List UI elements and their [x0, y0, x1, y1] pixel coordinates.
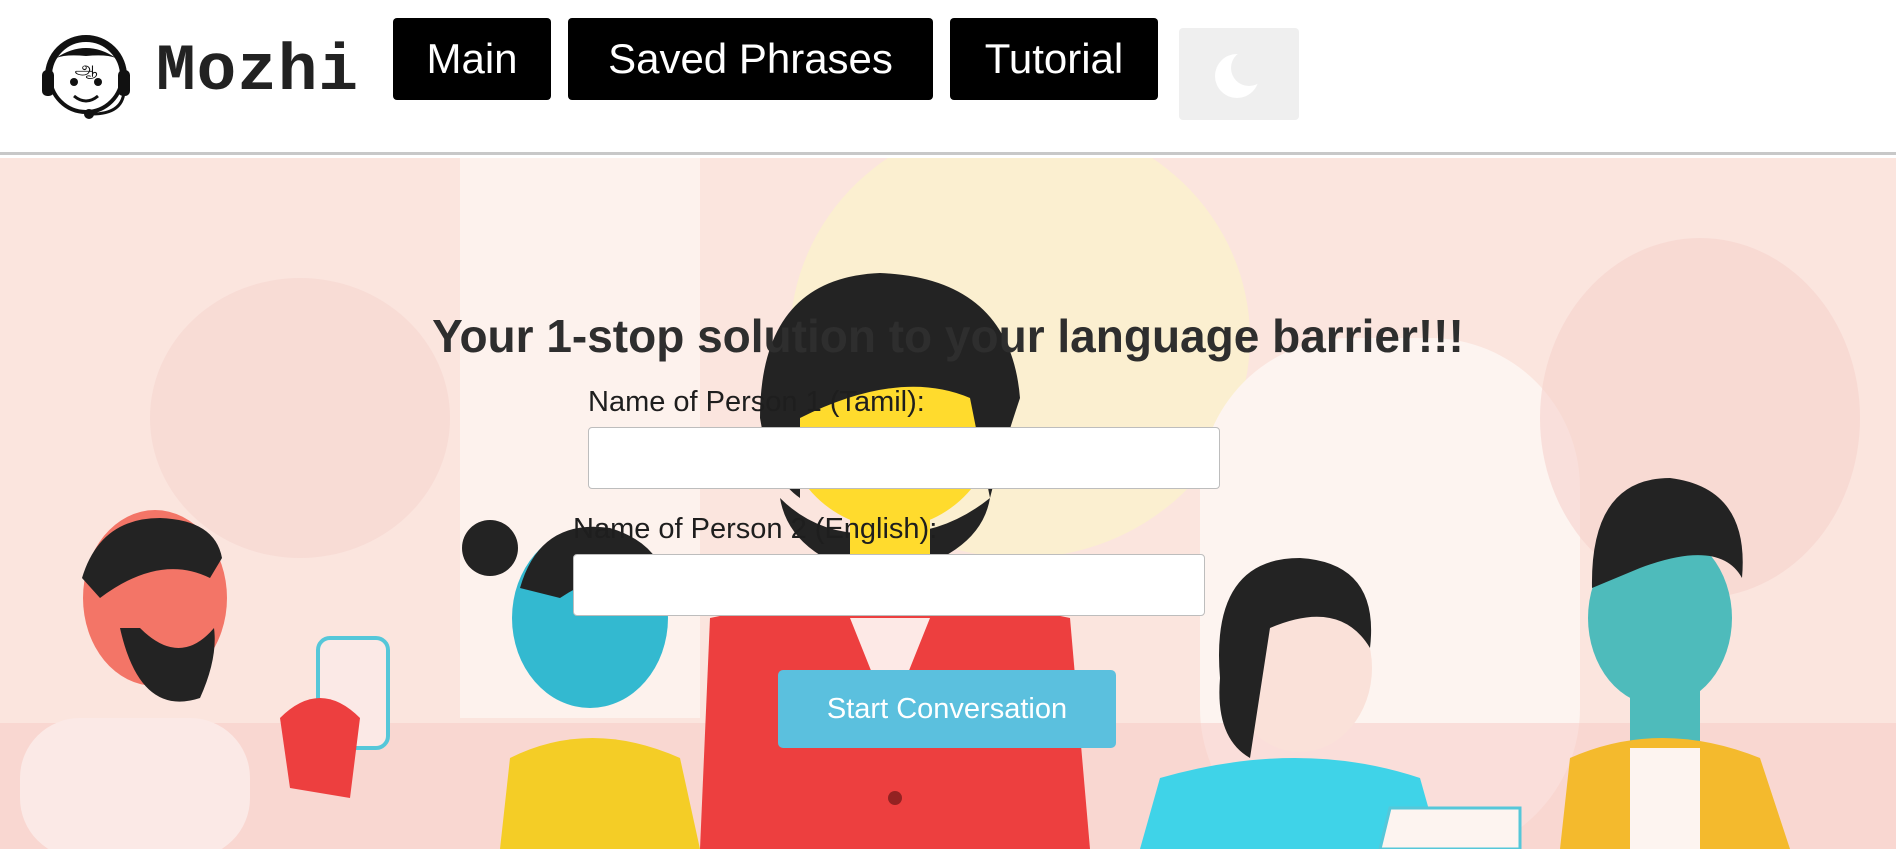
person2-name-input[interactable]: [573, 554, 1205, 616]
brand-name[interactable]: Mozhi: [156, 30, 359, 114]
headset-mascot-icon[interactable]: ஆ: [36, 26, 136, 122]
hero-headline: Your 1-stop solution to your language ba…: [432, 310, 1464, 362]
dark-mode-toggle-button[interactable]: [1179, 28, 1299, 120]
start-conversation-button[interactable]: Start Conversation: [778, 670, 1116, 748]
person1-name-label: Name of Person 1 (Tamil):: [588, 386, 925, 418]
navbar: ஆ Mozhi Main Saved Phrases Tutorial: [0, 0, 1896, 155]
svg-text:ஆ: ஆ: [75, 58, 98, 79]
person2-name-label: Name of Person 2 (English):: [573, 513, 938, 545]
nav-main-button[interactable]: Main: [393, 18, 551, 100]
person1-name-input[interactable]: [588, 427, 1220, 489]
nav-saved-phrases-button[interactable]: Saved Phrases: [568, 18, 933, 100]
crescent-moon-icon: [1215, 50, 1267, 98]
nav-tutorial-button[interactable]: Tutorial: [950, 18, 1158, 100]
hero-section: Your 1-stop solution to your language ba…: [0, 158, 1896, 849]
